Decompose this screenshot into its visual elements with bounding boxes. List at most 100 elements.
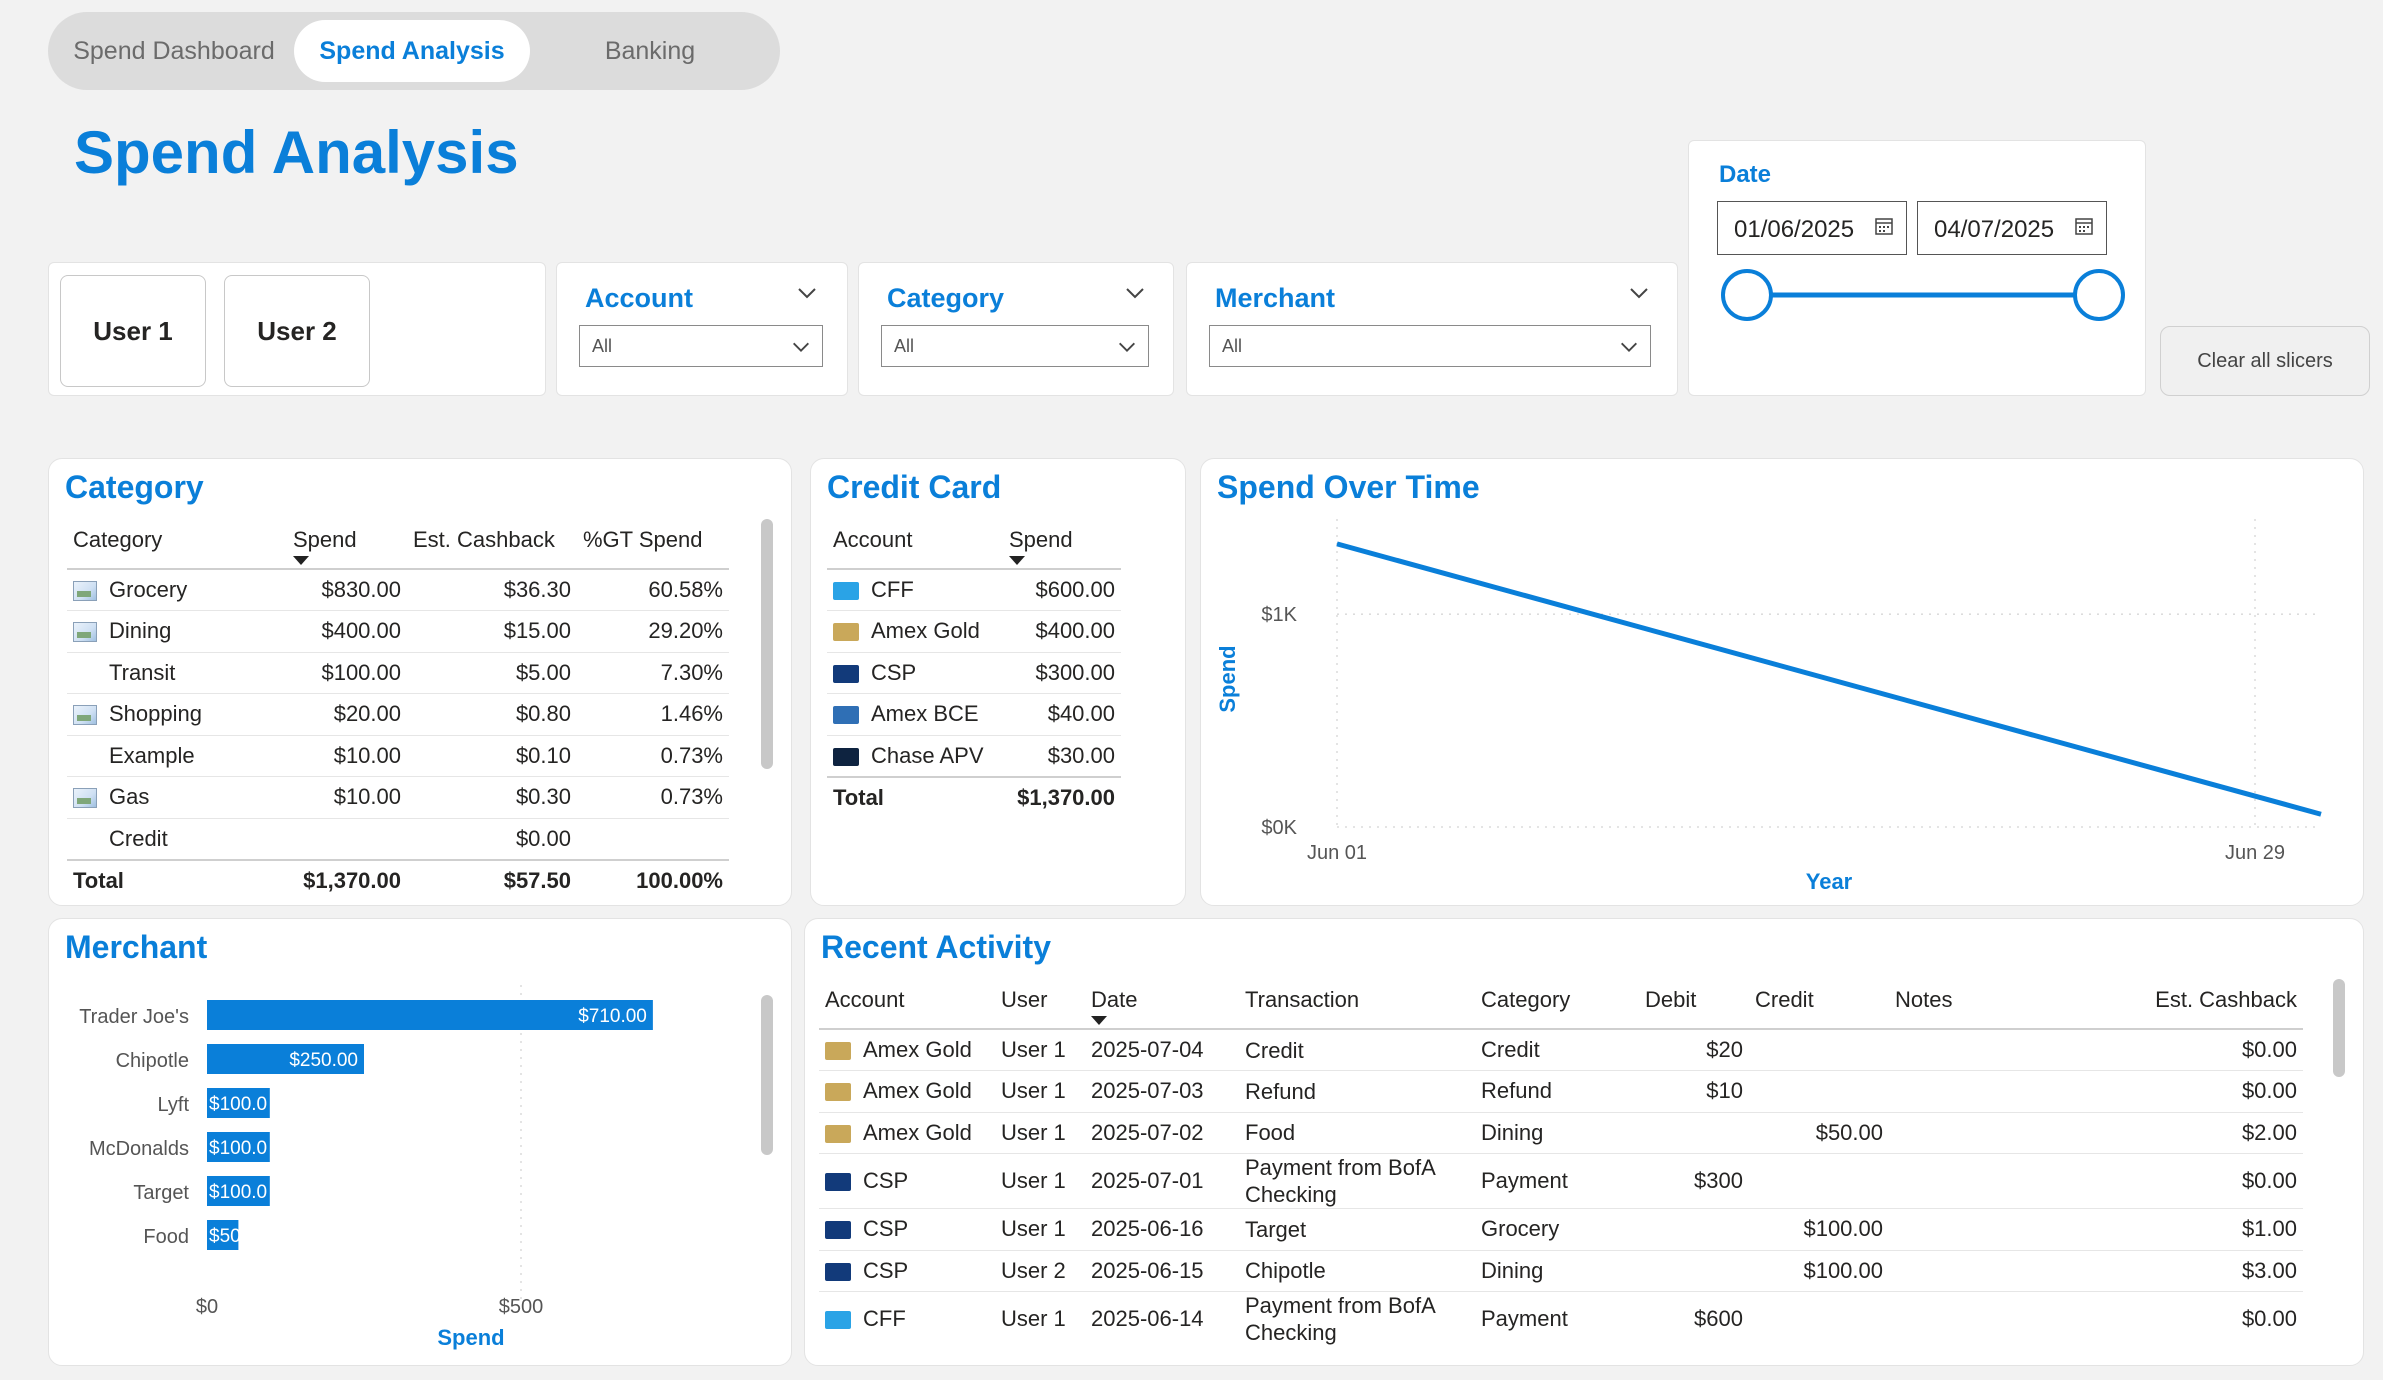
col-header-date[interactable]: Date bbox=[1085, 977, 1239, 1029]
scrollbar[interactable] bbox=[2333, 979, 2345, 1077]
col-header-credit[interactable]: Credit bbox=[1749, 977, 1889, 1029]
cell-user: User 1 bbox=[995, 1111, 1085, 1154]
account-label: CSP bbox=[863, 1257, 909, 1283]
scrollbar[interactable] bbox=[761, 519, 773, 769]
tab-spend-analysis[interactable]: Spend Analysis bbox=[294, 20, 530, 82]
col-header-account[interactable]: Account bbox=[827, 517, 1003, 569]
col-header-spend[interactable]: Spend bbox=[287, 517, 407, 569]
chevron-down-icon[interactable] bbox=[795, 281, 819, 305]
col-header-transaction[interactable]: Transaction bbox=[1239, 977, 1475, 1029]
calendar-icon[interactable] bbox=[2074, 216, 2094, 236]
account-label: Amex Gold bbox=[863, 1078, 972, 1104]
cell-cashback: $2.00 bbox=[2089, 1111, 2303, 1154]
cell-credit bbox=[1749, 1153, 1889, 1209]
table-row[interactable]: Credit $0.00 bbox=[67, 817, 729, 860]
table-row[interactable]: Dining $400.00 $15.00 29.20% bbox=[67, 610, 729, 652]
table-row[interactable]: CSP User 2 2025-06-15 Chipotle Dining $100.00… bbox=[819, 1249, 2303, 1292]
col-header-pct[interactable]: %GT Spend bbox=[577, 517, 729, 569]
tab-banking[interactable]: Banking bbox=[532, 20, 768, 82]
table-row[interactable]: CSP User 1 2025-06-16 Target Grocery $100.00 $… bbox=[819, 1208, 2303, 1250]
table-row[interactable]: Amex BCE $40.00 bbox=[827, 693, 1121, 735]
table-row[interactable]: Amex Gold User 1 2025-07-03 Refund Refund $10… bbox=[819, 1070, 2303, 1112]
col-header-notes[interactable]: Notes bbox=[1889, 977, 2089, 1029]
category-label: Food bbox=[143, 1226, 189, 1248]
table-row[interactable]: CFF User 1 2025-06-14 Payment from BofA Che… bbox=[819, 1291, 2303, 1346]
merchant-card: Merchant Trader Joe's $710.00 Chipotle $250… bbox=[48, 918, 792, 1366]
merchant-dropdown[interactable]: All bbox=[1209, 325, 1651, 367]
cell-account: Amex Gold bbox=[819, 1028, 995, 1071]
col-header-user[interactable]: User bbox=[995, 977, 1085, 1029]
x-tick-label: $0 bbox=[196, 1296, 218, 1318]
chevron-down-icon[interactable] bbox=[1123, 281, 1147, 305]
cell-cashback: $0.30 bbox=[407, 776, 577, 818]
cell-spend: $400.00 bbox=[1003, 610, 1121, 652]
cell-cashback: $1.00 bbox=[2089, 1208, 2303, 1250]
table-row[interactable]: CFF $600.00 bbox=[827, 568, 1121, 611]
category-slicer: Category All bbox=[858, 262, 1174, 396]
cell-cashback: $5.00 bbox=[407, 651, 577, 694]
cell-pct bbox=[577, 817, 729, 860]
merchant-dropdown-value: All bbox=[1222, 336, 1243, 356]
col-header-category[interactable]: Category bbox=[67, 517, 287, 569]
table-row[interactable]: CSP User 1 2025-07-01 Payment from BofA Che… bbox=[819, 1153, 2303, 1209]
table-row[interactable]: Example $10.00 $0.10 0.73% bbox=[67, 734, 729, 777]
category-table-title: Category bbox=[65, 469, 204, 505]
table-row[interactable]: Shopping $20.00 $0.80 1.46% bbox=[67, 693, 729, 735]
col-header-cashback[interactable]: Est. Cashback bbox=[2089, 977, 2303, 1029]
cell-category: Payment bbox=[1475, 1291, 1639, 1346]
end-date-value: 04/07/2025 bbox=[1934, 216, 2055, 243]
category-dropdown[interactable]: All bbox=[881, 325, 1149, 367]
table-row[interactable]: Grocery $830.00 $36.30 60.58% bbox=[67, 568, 729, 611]
cell-debit bbox=[1639, 1249, 1749, 1292]
end-date-input[interactable]: 04/07/2025 bbox=[1917, 201, 2107, 255]
chevron-down-icon[interactable] bbox=[1627, 281, 1651, 305]
tab-spend-dashboard[interactable]: Spend Dashboard bbox=[56, 20, 292, 82]
cell-date: 2025-07-04 bbox=[1085, 1028, 1239, 1071]
card-icon bbox=[825, 1221, 851, 1240]
cell-transaction: Food bbox=[1239, 1111, 1475, 1154]
cell-spend: $40.00 bbox=[1003, 693, 1121, 735]
user-1-button[interactable]: User 1 bbox=[60, 275, 206, 387]
col-header-cashback[interactable]: Est. Cashback bbox=[407, 517, 577, 569]
date-range-slider[interactable] bbox=[1719, 267, 2129, 323]
table-row[interactable]: Amex Gold User 1 2025-07-02 Food Dining $50.0… bbox=[819, 1111, 2303, 1154]
table-row[interactable]: Gas $10.00 $0.30 0.73% bbox=[67, 776, 729, 818]
table-row[interactable]: Amex Gold User 1 2025-07-04 Credit Credit $20… bbox=[819, 1028, 2303, 1071]
cell-date: 2025-06-16 bbox=[1085, 1208, 1239, 1250]
clear-all-slicers-button[interactable]: Clear all slicers bbox=[2160, 326, 2370, 396]
cell-credit bbox=[1749, 1291, 1889, 1346]
cell-spend: $830.00 bbox=[287, 568, 407, 611]
category-label: Grocery bbox=[109, 577, 188, 602]
category-label: Lyft bbox=[158, 1094, 190, 1116]
category-dropdown-value: All bbox=[894, 336, 915, 356]
account-dropdown[interactable]: All bbox=[579, 325, 823, 367]
cell-transaction: Credit bbox=[1239, 1028, 1475, 1071]
y-tick-label: $1K bbox=[1261, 604, 1297, 626]
calendar-icon[interactable] bbox=[1874, 216, 1894, 236]
category-label: Dining bbox=[109, 618, 172, 644]
table-row[interactable]: Amex Gold $400.00 bbox=[827, 610, 1121, 652]
spend-over-time-chart[interactable]: $1K $0K Jun 01 Jun 29 Year Spend bbox=[1201, 459, 2365, 907]
merchant-bar-chart[interactable]: Trader Joe's $710.00 Chipotle $250.00 Lyft $1… bbox=[49, 919, 793, 1367]
col-header-debit[interactable]: Debit bbox=[1639, 977, 1749, 1029]
col-header-account[interactable]: Account bbox=[819, 977, 995, 1029]
cell-cashback: $3.00 bbox=[2089, 1249, 2303, 1292]
cell-account: Chase APV bbox=[827, 734, 1003, 777]
table-row[interactable]: Chase APV $30.00 bbox=[827, 734, 1121, 777]
user-2-button[interactable]: User 2 bbox=[224, 275, 370, 387]
cell-category: Gas bbox=[67, 776, 287, 818]
x-tick-label: $500 bbox=[499, 1296, 544, 1318]
table-row[interactable]: CSP $300.00 bbox=[827, 651, 1121, 694]
cell-user: User 1 bbox=[995, 1028, 1085, 1071]
col-header-category[interactable]: Category bbox=[1475, 977, 1639, 1029]
cell-notes bbox=[1889, 1028, 2089, 1071]
cell-debit: $10 bbox=[1639, 1070, 1749, 1112]
account-label: Amex Gold bbox=[863, 1037, 972, 1062]
category-label: Trader Joe's bbox=[79, 1006, 189, 1028]
scrollbar[interactable] bbox=[761, 995, 773, 1155]
chevron-down-icon bbox=[1119, 342, 1135, 352]
start-date-input[interactable]: 01/06/2025 bbox=[1717, 201, 1907, 255]
table-row[interactable]: Transit $100.00 $5.00 7.30% bbox=[67, 651, 729, 694]
col-header-spend[interactable]: Spend bbox=[1003, 517, 1121, 569]
sort-desc-icon bbox=[1009, 556, 1025, 565]
